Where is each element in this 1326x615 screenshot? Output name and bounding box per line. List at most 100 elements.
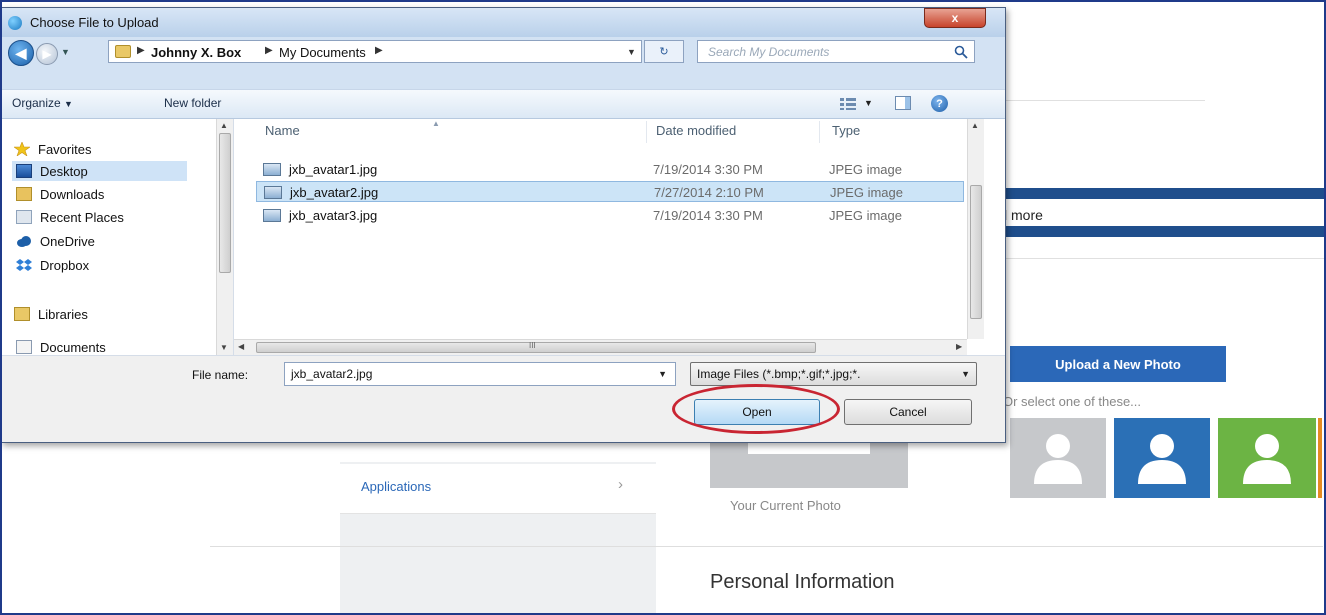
desktop-icon [16,164,32,178]
nav-item-desktop[interactable]: Desktop [12,161,187,181]
breadcrumb-arrow-icon[interactable]: ▶ [265,45,273,56]
avatar-option-gray[interactable] [1010,418,1106,498]
address-dropdown-icon[interactable]: ▼ [627,47,636,57]
file-list: ▲ Name Date modified Type jxb_avatar1.jp… [236,119,984,355]
navigation-pane: Favorites Desktop Downloads Recent Place… [2,119,234,355]
nav-item-recent-places[interactable]: Recent Places [16,207,124,227]
file-name: jxb_avatar1.jpg [289,162,378,177]
file-name-value: jxb_avatar2.jpg [291,367,373,381]
scroll-thumb[interactable]: III [256,341,816,353]
breadcrumb-item[interactable]: My Documents [279,45,366,60]
file-row[interactable]: jxb_avatar3.jpg 7/19/2014 3:30 PM JPEG i… [256,205,964,226]
refresh-button[interactable]: ↻ [644,40,684,63]
column-separator[interactable] [819,121,820,143]
avatar-option-blue[interactable] [1114,418,1210,498]
organize-menu[interactable]: Organize ▼ [12,96,73,110]
libraries-icon [14,307,30,321]
upload-new-photo-button[interactable]: Upload a New Photo [1010,346,1226,382]
file-name-input[interactable]: jxb_avatar2.jpg ▼ [284,362,676,386]
sort-indicator-icon: ▲ [432,119,440,128]
preview-pane-icon[interactable] [895,96,911,110]
nav-item-onedrive[interactable]: OneDrive [16,231,95,251]
forward-button[interactable]: ▶ [36,43,58,65]
divider [210,546,1323,547]
navigation-bar: ◀ ▶ ▼ ▶ Johnny X. Box ▶ My Documents ▶ ▼… [2,37,1005,89]
breadcrumb-item[interactable]: Johnny X. Box [151,45,241,60]
horizontal-scrollbar[interactable]: ◀ III ▶ [234,339,967,355]
chevron-down-icon[interactable]: ▼ [864,98,873,108]
file-type: JPEG image [829,162,902,177]
chevron-down-icon: ▼ [961,369,970,379]
column-header-date-modified[interactable]: Date modified [656,123,736,138]
search-input[interactable]: Search My Documents [697,40,975,63]
breadcrumb-arrow-icon[interactable]: ▶ [375,45,383,56]
file-name: jxb_avatar2.jpg [290,185,379,200]
nav-item-label: OneDrive [40,233,95,249]
file-date: 7/19/2014 3:30 PM [653,208,763,223]
nav-item-dropbox[interactable]: Dropbox [16,255,89,275]
nav-item-label: Libraries [38,306,88,322]
column-header-name[interactable]: Name [265,123,300,138]
breadcrumb-arrow-icon[interactable]: ▶ [137,45,145,56]
nav-item-documents[interactable]: Documents [16,337,106,357]
nav-item-downloads[interactable]: Downloads [16,184,104,204]
address-bar[interactable]: ▶ Johnny X. Box ▶ My Documents ▶ ▼ [108,40,642,63]
column-separator[interactable] [646,121,647,143]
column-header-type[interactable]: Type [832,123,860,138]
file-list-scrollbar[interactable]: ▲ [967,119,984,339]
file-type-filter-value: Image Files (*.bmp;*.gif;*.jpg;*. [697,367,861,381]
nav-item-label: Recent Places [40,209,124,225]
side-menu-item-label: Applications [361,479,432,494]
scroll-thumb[interactable] [970,185,982,319]
avatar-option-orange[interactable] [1318,418,1322,498]
close-button[interactable]: x [924,8,986,28]
cancel-button[interactable]: Cancel [844,399,972,425]
nav-item-label: Favorites [38,141,92,157]
chevron-down-icon[interactable]: ▼ [658,369,667,379]
nav-item-label: Downloads [40,186,105,202]
scroll-grip: III [529,341,536,350]
nav-item-favorites[interactable]: Favorites [14,139,91,159]
scroll-left-icon[interactable]: ◀ [238,342,244,351]
personal-information-heading: Personal Information [710,571,895,593]
avatar-option-green[interactable] [1218,418,1316,498]
back-button[interactable]: ◀ [8,40,34,66]
views-icon[interactable] [840,98,856,110]
file-upload-dialog: Choose File to Upload x ◀ ▶ ▼ ▶ Johnny X… [1,7,1006,443]
nav-scrollbar[interactable]: ▲ ▼ [216,119,233,355]
search-icon[interactable] [954,45,968,59]
file-date: 7/19/2014 3:30 PM [653,162,763,177]
downloads-icon [16,187,32,201]
file-type: JPEG image [830,185,903,200]
nav-item-libraries[interactable]: Libraries [14,304,88,324]
file-name: jxb_avatar3.jpg [289,208,378,223]
current-photo-label: Your Current Photo [730,498,841,513]
nav-item-label: Documents [40,339,106,355]
dialog-title: Choose File to Upload [30,15,159,30]
recent-places-icon [16,210,32,224]
divider [1000,100,1205,101]
user-silhouette-icon [1138,434,1186,484]
more-link[interactable]: l more [1004,207,1043,223]
file-row[interactable]: jxb_avatar1.jpg 7/19/2014 3:30 PM JPEG i… [256,159,964,180]
file-row[interactable]: jxb_avatar2.jpg 7/27/2014 2:10 PM JPEG i… [256,181,964,202]
help-icon[interactable]: ? [931,95,948,112]
browser-icon [8,16,22,30]
new-folder-button[interactable]: New folder [164,96,221,110]
file-date: 7/27/2014 2:10 PM [654,185,764,200]
scroll-up-icon[interactable]: ▲ [220,121,228,130]
dialog-footer: File name: jxb_avatar2.jpg ▼ Image Files… [2,355,1005,442]
dialog-titlebar[interactable]: Choose File to Upload x [2,8,1005,37]
file-type: JPEG image [829,208,902,223]
side-menu-item[interactable] [340,440,656,462]
history-dropdown-icon[interactable]: ▼ [61,47,70,57]
file-type-filter[interactable]: Image Files (*.bmp;*.gif;*.jpg;*. ▼ [690,362,977,386]
select-avatar-text: Or select one of these... [1003,394,1142,409]
scroll-up-icon[interactable]: ▲ [971,121,979,130]
scroll-right-icon[interactable]: ▶ [956,342,962,351]
scroll-thumb[interactable] [219,133,231,273]
command-bar: Organize ▼ New folder ▼ ? [2,89,1005,119]
divider [1000,258,1324,259]
annotation-circle [672,384,840,434]
scroll-down-icon[interactable]: ▼ [220,343,228,352]
